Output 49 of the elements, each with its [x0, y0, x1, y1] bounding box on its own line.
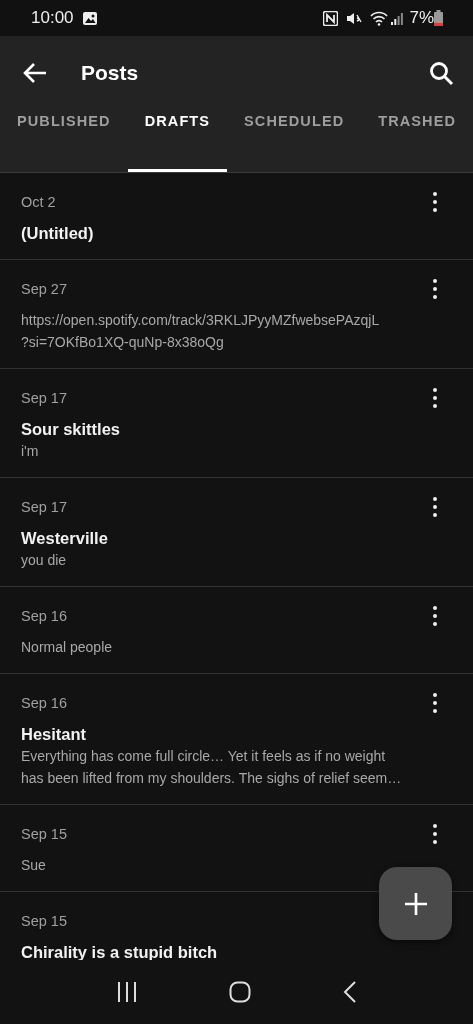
home-icon: [229, 981, 252, 1003]
tab[interactable]: PUBLISHED: [0, 110, 128, 172]
mute-icon: [346, 10, 363, 26]
post-excerpt: Normal people: [21, 638, 114, 657]
post-excerpt: Everything has come full circle… Yet it feels as if no weight: [21, 747, 387, 766]
tab[interactable]: TRASHED: [361, 110, 473, 172]
search-icon: [429, 60, 454, 86]
more-vert-icon: [433, 606, 437, 626]
post-date: Sep 27: [21, 280, 67, 299]
post-title[interactable]: Hesitant: [21, 723, 452, 745]
post-excerpt: you die: [21, 551, 68, 570]
recent-apps-icon: [115, 982, 138, 1002]
post-excerpt: Sue: [21, 856, 47, 875]
post-date: Sep 16: [21, 694, 67, 713]
battery-percent: 7%: [409, 8, 434, 28]
back-icon: [343, 981, 358, 1003]
search-button[interactable]: [429, 60, 454, 86]
signal-icon: [391, 10, 404, 26]
battery-icon: [434, 10, 443, 26]
plus-icon: [403, 891, 428, 916]
more-vert-icon: [433, 497, 437, 517]
post-date: Sep 17: [21, 498, 67, 517]
more-vert-icon: [433, 824, 437, 844]
post-date: Sep 17: [21, 389, 67, 408]
tab[interactable]: DRAFTS: [127, 110, 228, 172]
more-vert-icon: [433, 693, 437, 713]
back-arrow-icon: [22, 62, 48, 84]
tab[interactable]: SCHEDULED: [227, 110, 362, 172]
post-excerpt: https://open.spotify.com/track/3RKLJPyyMZfwebsePAzqjL: [21, 311, 381, 330]
back-button[interactable]: [22, 62, 48, 84]
post-date: Sep 15: [21, 912, 67, 931]
post-title[interactable]: Sour skittles: [21, 418, 452, 440]
nfc-icon: [323, 10, 339, 26]
more-vert-icon: [433, 279, 437, 299]
post-date: Sep 16: [21, 607, 67, 626]
more-vert-icon: [433, 388, 437, 408]
add-post-button[interactable]: [379, 867, 452, 940]
wifi-icon: [370, 10, 389, 26]
post-date: Oct 2: [21, 193, 56, 212]
post-excerpt: has been lifted from my shoulders. The sighs of relief seem…: [21, 769, 403, 788]
clock: 10:00: [31, 8, 74, 28]
screen-title: Posts: [81, 61, 140, 85]
post-excerpt: ?si=7OKfBo1XQ-quNp-8x38oQg: [21, 333, 225, 352]
post-title[interactable]: Westerville: [21, 527, 452, 549]
post-title[interactable]: (Untitled): [21, 222, 452, 244]
post-excerpt: i'm: [21, 442, 40, 461]
post-date: Sep 15: [21, 825, 67, 844]
image-icon: [81, 10, 98, 26]
more-vert-icon: [433, 192, 437, 212]
